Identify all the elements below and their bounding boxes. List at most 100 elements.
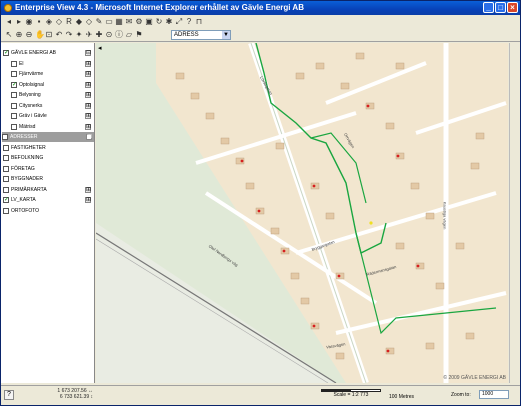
layer-item[interactable]: Belysning ⊞	[11, 90, 101, 100]
help-button[interactable]: ?	[4, 390, 14, 400]
table-icon[interactable]: ▦	[115, 17, 123, 26]
expand-icon[interactable]: ⊞	[85, 123, 91, 130]
forward-icon[interactable]: ▸	[15, 17, 23, 26]
layer-item[interactable]: El ⊞	[11, 59, 101, 69]
building	[270, 227, 280, 235]
layer-label: Fjärrvärme	[19, 71, 44, 77]
minimize-button[interactable]: _	[483, 2, 494, 13]
gear-icon[interactable]: ⚙	[135, 17, 143, 26]
route-icon[interactable]: ✈	[85, 30, 93, 39]
expand-icon[interactable]: ⊟	[85, 50, 91, 56]
map-canvas[interactable]: ◂ Olof Nordbergs väg Lövåsgatan Bryggarg…	[96, 43, 508, 383]
info-circle-icon[interactable]: ⓘ	[115, 30, 123, 39]
building	[245, 182, 255, 190]
expand-icon[interactable]: ⊞	[85, 113, 91, 119]
layer-item[interactable]: ORTOFOTO	[3, 206, 93, 216]
chevron-down-icon[interactable]: ▼	[222, 31, 230, 39]
layer-item[interactable]: ✓ GÄVLE ENERGI AB ⊟	[3, 48, 93, 58]
layers-icon[interactable]: ◈	[45, 17, 53, 26]
expand-icon[interactable]: ⊞	[85, 102, 91, 109]
print-icon[interactable]: ▪	[35, 17, 43, 26]
expand-icon[interactable]: ⊞	[85, 197, 91, 203]
connection-point	[257, 209, 261, 213]
layer-label: GÄVLE ENERGI AB	[11, 50, 57, 56]
layer-checkbox[interactable]: ✓	[3, 197, 9, 203]
layer-item[interactable]: ADRESSER ⊞	[2, 132, 94, 142]
mail-icon[interactable]: ✉	[125, 17, 133, 26]
zoom-select[interactable]: 1000	[479, 390, 509, 399]
settings-icon[interactable]: ✱	[165, 17, 173, 26]
close-button[interactable]: ×	[507, 2, 518, 13]
layer-item[interactable]: BEFOLKNING	[3, 153, 93, 163]
layer-label: ADRESSER	[10, 134, 38, 140]
layer-label: PRIMÄRKARTA	[11, 186, 47, 193]
expand-icon[interactable]: ⊞	[85, 186, 91, 193]
layer-item[interactable]: ✓ LV_KARTA ⊞	[3, 195, 93, 205]
zoom-out-icon[interactable]: ⊖	[25, 30, 33, 39]
building	[410, 182, 420, 190]
back-icon[interactable]: ◂	[5, 17, 13, 26]
loc-icon[interactable]: ⊙	[105, 30, 113, 39]
area-icon[interactable]: ▱	[125, 30, 133, 39]
layer-checkbox[interactable]	[3, 155, 9, 161]
title-bar: Enterprise View 4.3 - Microsoft Internet…	[1, 1, 520, 15]
map-corner-icon[interactable]: ◂	[98, 45, 106, 53]
map-scrollbar[interactable]	[509, 43, 520, 383]
layer-item[interactable]: Gräv i Gävle ⊞	[11, 111, 101, 121]
refresh-icon[interactable]: ↻	[155, 17, 163, 26]
layer-checkbox[interactable]	[3, 165, 9, 172]
layer-item[interactable]: Citysnerks ⊞	[11, 101, 101, 111]
extent-icon[interactable]: ⊡	[45, 30, 53, 39]
select-icon[interactable]: ◆	[75, 17, 83, 26]
prev-extent-icon[interactable]: ↶	[55, 30, 63, 39]
layer-checkbox[interactable]	[3, 144, 9, 151]
layer-item[interactable]: Mätrisd ⊞	[11, 122, 101, 132]
highlight-point	[369, 221, 373, 225]
measure-icon[interactable]: ◇	[55, 17, 63, 26]
address-search-select[interactable]: ADRESS ▼	[171, 30, 231, 40]
layer-checkbox[interactable]	[11, 92, 17, 98]
help-icon[interactable]: ?	[185, 17, 193, 26]
layer-checkbox[interactable]	[11, 71, 17, 77]
globe-icon[interactable]: ◉	[25, 17, 33, 26]
expand-icon[interactable]: ⊞	[85, 60, 91, 67]
window-icon[interactable]: ▣	[145, 17, 153, 26]
layer-checkbox[interactable]	[11, 102, 17, 109]
layer-item[interactable]: PRIMÄRKARTA ⊞	[3, 185, 93, 195]
layer-checkbox[interactable]: ✓	[3, 50, 9, 56]
layer-checkbox[interactable]	[11, 113, 17, 119]
mark-icon[interactable]: ✚	[95, 30, 103, 39]
flag-icon[interactable]: ⚑	[135, 30, 143, 39]
expand-icon[interactable]: ⊞	[85, 92, 91, 98]
info-icon[interactable]: R	[65, 17, 73, 26]
address-select-value: ADRESS	[174, 32, 199, 38]
pin-icon[interactable]: ⊓	[195, 17, 203, 26]
layer-item[interactable]: FASTIGHETER	[3, 143, 93, 153]
layer-checkbox[interactable]	[2, 134, 8, 140]
layer-item[interactable]: FÖRETAG	[3, 164, 93, 174]
pan-icon[interactable]: ↖	[5, 30, 13, 39]
layer-checkbox[interactable]: ✓	[11, 81, 17, 88]
next-extent-icon[interactable]: ↷	[65, 30, 73, 39]
edit-icon[interactable]: ✎	[95, 17, 103, 26]
layer-checkbox[interactable]	[3, 207, 9, 214]
building	[205, 112, 215, 120]
layer-item[interactable]: Fjärrvärme ⊞	[11, 69, 101, 79]
layer-label: Citysnerks	[19, 102, 43, 109]
zoom-in-icon[interactable]: ⊕	[15, 30, 23, 39]
expand-icon[interactable]: ⊞	[86, 134, 92, 140]
polygon-icon[interactable]: ◇	[85, 17, 93, 26]
layer-checkbox[interactable]	[3, 176, 9, 182]
layer-item[interactable]: BYGGNADER	[3, 174, 93, 184]
layer-checkbox[interactable]	[11, 123, 17, 130]
layer-checkbox[interactable]	[3, 186, 9, 193]
layer-checkbox[interactable]	[11, 60, 17, 67]
hand-icon[interactable]: ✋	[35, 30, 45, 39]
expand-icon[interactable]: ⊞	[85, 81, 91, 88]
identify-icon[interactable]: ✦	[75, 30, 83, 39]
maximize-button[interactable]: □	[495, 2, 506, 13]
layer-item[interactable]: ✓ Optolsignal ⊞	[11, 80, 101, 90]
doc-icon[interactable]: ▭	[105, 17, 113, 26]
expand-icon[interactable]: ⊞	[85, 71, 91, 77]
fullscreen-icon[interactable]: ⤢	[175, 17, 183, 26]
